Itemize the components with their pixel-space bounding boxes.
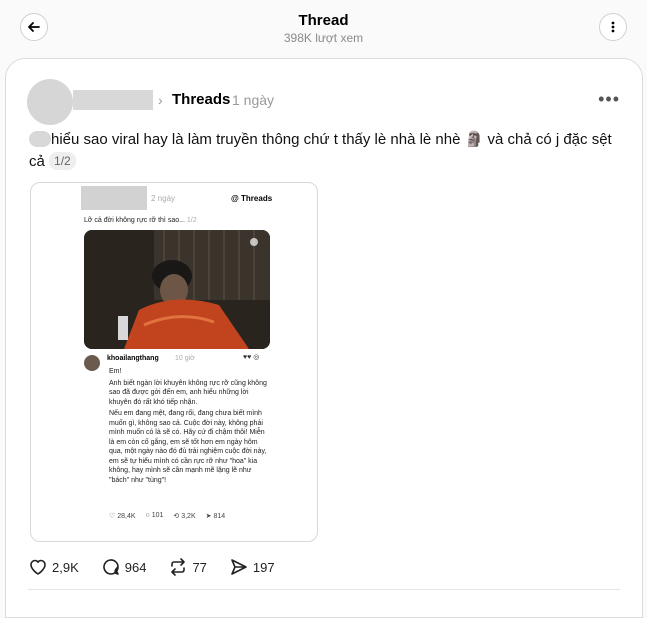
repost-count: 77 [192, 559, 207, 575]
like-button[interactable]: 2,9K [28, 557, 79, 577]
share-button[interactable]: 197 [229, 557, 275, 577]
page-title: Thread [298, 12, 349, 29]
post-pager: 1/2 [49, 152, 76, 170]
embedded-threads-logo: @ Threads [231, 194, 273, 203]
embedded-reply-time: 10 giờ [175, 355, 195, 362]
embedded-photo [84, 230, 270, 349]
more-dots-icon [611, 21, 615, 33]
comment-icon [103, 559, 119, 575]
send-icon [231, 559, 247, 575]
post-text-main: hiểu sao viral hay là làm truyền thông c… [51, 131, 612, 148]
like-count: 2,9K [52, 559, 79, 575]
divider [28, 589, 620, 590]
share-count: 197 [252, 559, 275, 575]
top-bar: Thread 398K lượt xem [0, 0, 647, 58]
heart-icon [30, 559, 46, 575]
post-text: hiểu sao viral hay là làm truyền thông c… [29, 129, 619, 173]
view-count: 398K lượt xem [283, 31, 364, 45]
embedded-reply-paragraph: Nếu em đang mệt, đang rối, đang chưa biế… [109, 410, 267, 484]
embedded-reply-greeting: Em! [109, 368, 122, 375]
embedded-threads-brand: Threads [241, 194, 273, 203]
embedded-username-redacted [81, 186, 147, 210]
embedded-caption: Lỡ cả đời không rực rỡ thì sao... 1/2 [84, 217, 197, 224]
repost-button[interactable]: 77 [168, 557, 207, 577]
embedded-screenshot[interactable]: 2 ngày @ Threads Lỡ cả đời không rực rỡ … [30, 182, 318, 542]
post-card: › Threads 1 ngày ••• hiểu sao viral hay … [5, 58, 643, 618]
post-text-tail: cả [29, 153, 45, 170]
repost-icon [171, 558, 186, 576]
avatar[interactable] [27, 79, 73, 125]
embedded-reply-icons: ♥♥ ◎ [243, 354, 260, 361]
chevron-right-icon: › [158, 92, 163, 108]
embedded-reply-username: khoailangthang [107, 355, 159, 362]
more-options-button[interactable] [599, 13, 627, 41]
mention-redacted [29, 131, 51, 147]
embedded-reply-body: Em! Anh biết ngàn lời khuyên không rực r… [109, 367, 267, 487]
username-redacted[interactable] [73, 90, 153, 110]
post-more-icon[interactable]: ••• [598, 89, 620, 110]
community-name[interactable]: Threads [172, 91, 230, 108]
post-actions: 2,9K 964 77 197 [28, 557, 297, 577]
embedded-reply-stats: ♡ 28,4K ○ 101 ⟲ 3,2K ➤ 814 [109, 512, 226, 520]
post-time: 1 ngày [232, 92, 275, 108]
embedded-reply-paragraph: Anh biết ngàn lời khuyên không rực rỡ cũ… [109, 379, 267, 406]
reply-count: 964 [124, 559, 147, 575]
embedded-time: 2 ngày [151, 194, 176, 203]
embedded-reply-avatar [84, 355, 100, 371]
reply-button[interactable]: 964 [101, 557, 147, 577]
